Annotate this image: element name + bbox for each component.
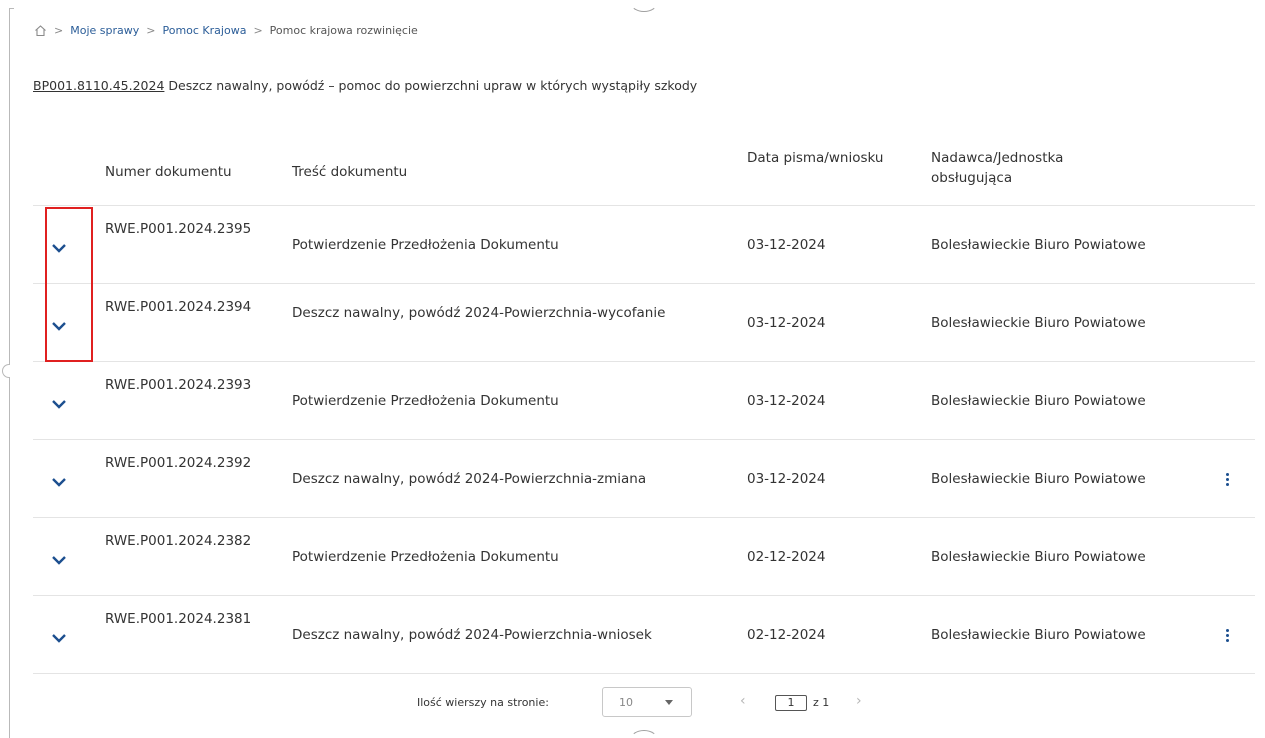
breadcrumb-separator: > bbox=[146, 23, 156, 37]
case-number-link[interactable]: BP001.8110.45.2024 bbox=[33, 78, 164, 93]
documents-table: Numer dokumentu Treść dokumentu Data pis… bbox=[33, 138, 1255, 674]
document-date: 02-12-2024 bbox=[747, 549, 826, 565]
document-sender: Bolesławieckie Biuro Powiatowe bbox=[931, 237, 1146, 253]
document-sender: Bolesławieckie Biuro Powiatowe bbox=[931, 627, 1146, 643]
chevron-left-icon[interactable]: ‹ bbox=[740, 693, 746, 709]
table-header: Numer dokumentu Treść dokumentu Data pis… bbox=[33, 138, 1255, 206]
chevron-down-icon[interactable] bbox=[50, 239, 68, 253]
table-row: RWE.P001.2024.2395 Potwierdzenie Przedło… bbox=[33, 206, 1255, 284]
document-number: RWE.P001.2024.2381 bbox=[105, 611, 252, 627]
frame-top-arc bbox=[630, 0, 658, 12]
document-sender: Bolesławieckie Biuro Powiatowe bbox=[931, 549, 1146, 565]
chevron-down-icon[interactable] bbox=[50, 473, 68, 487]
document-date: 03-12-2024 bbox=[747, 237, 826, 253]
more-vertical-icon[interactable] bbox=[1222, 469, 1232, 489]
table-row: RWE.P001.2024.2393 Potwierdzenie Przedło… bbox=[33, 362, 1255, 440]
document-content: Deszcz nawalny, powódź 2024-Powierzchnia… bbox=[292, 305, 666, 321]
column-header-date: Data pisma/wniosku bbox=[747, 150, 884, 166]
document-sender: Bolesławieckie Biuro Powiatowe bbox=[931, 393, 1146, 409]
table-row: RWE.P001.2024.2382 Potwierdzenie Przedło… bbox=[33, 518, 1255, 596]
chevron-down-icon[interactable] bbox=[50, 395, 68, 409]
document-number: RWE.P001.2024.2395 bbox=[105, 221, 252, 237]
document-number: RWE.P001.2024.2393 bbox=[105, 377, 252, 393]
column-header-content: Treść dokumentu bbox=[292, 164, 408, 180]
page-count-label: z 1 bbox=[813, 696, 830, 709]
table-row: RWE.P001.2024.2381 Deszcz nawalny, powód… bbox=[33, 596, 1255, 674]
document-number: RWE.P001.2024.2392 bbox=[105, 455, 252, 471]
document-content: Deszcz nawalny, powódź 2024-Powierzchnia… bbox=[292, 627, 652, 643]
chevron-down-icon[interactable] bbox=[50, 317, 68, 331]
document-number: RWE.P001.2024.2382 bbox=[105, 533, 252, 549]
document-date: 03-12-2024 bbox=[747, 315, 826, 331]
breadcrumb-my-cases[interactable]: Moje sprawy bbox=[70, 24, 139, 37]
column-header-sender: Nadawca/Jednostka obsługująca bbox=[931, 150, 1064, 186]
rows-per-page-value: 10 bbox=[619, 696, 633, 709]
pagination: Ilość wierszy na stronie: 10 ‹ 1 z 1 › bbox=[0, 684, 1265, 720]
document-date: 02-12-2024 bbox=[747, 627, 826, 643]
case-title: Deszcz nawalny, powódź – pomoc do powier… bbox=[168, 78, 698, 93]
chevron-right-icon[interactable]: › bbox=[856, 693, 862, 709]
frame-notch bbox=[2, 364, 10, 378]
rows-per-page-label: Ilość wierszy na stronie: bbox=[417, 696, 549, 709]
column-header-number: Numer dokumentu bbox=[105, 164, 232, 180]
chevron-down-icon[interactable] bbox=[50, 551, 68, 565]
document-content: Potwierdzenie Przedłożenia Dokumentu bbox=[292, 393, 559, 409]
chevron-down-icon[interactable] bbox=[50, 629, 68, 643]
document-content: Potwierdzenie Przedłożenia Dokumentu bbox=[292, 549, 559, 565]
table-row: RWE.P001.2024.2392 Deszcz nawalny, powód… bbox=[33, 440, 1255, 518]
document-sender: Bolesławieckie Biuro Powiatowe bbox=[931, 471, 1146, 487]
frame-top-tick bbox=[9, 8, 14, 9]
current-page-input[interactable]: 1 bbox=[775, 695, 807, 711]
document-content: Deszcz nawalny, powódź 2024-Powierzchnia… bbox=[292, 471, 647, 487]
breadcrumb: > Moje sprawy > Pomoc Krajowa > Pomoc kr… bbox=[33, 20, 418, 40]
document-content: Potwierdzenie Przedłożenia Dokumentu bbox=[292, 237, 559, 253]
breadcrumb-separator: > bbox=[253, 23, 263, 37]
breadcrumb-current: Pomoc krajowa rozwinięcie bbox=[269, 23, 418, 37]
case-header: BP001.8110.45.2024 Deszcz nawalny, powód… bbox=[33, 78, 697, 93]
document-date: 03-12-2024 bbox=[747, 471, 826, 487]
caret-down-icon bbox=[665, 700, 673, 705]
rows-per-page-select[interactable]: 10 bbox=[602, 687, 692, 717]
breadcrumb-separator: > bbox=[54, 23, 64, 37]
home-icon[interactable] bbox=[33, 23, 47, 37]
table-row: RWE.P001.2024.2394 Deszcz nawalny, powód… bbox=[33, 284, 1255, 362]
breadcrumb-national-aid[interactable]: Pomoc Krajowa bbox=[162, 24, 246, 37]
more-vertical-icon[interactable] bbox=[1222, 625, 1232, 645]
document-sender: Bolesławieckie Biuro Powiatowe bbox=[931, 315, 1146, 331]
document-number: RWE.P001.2024.2394 bbox=[105, 299, 252, 315]
frame-bottom-arc bbox=[630, 730, 658, 738]
document-date: 03-12-2024 bbox=[747, 393, 826, 409]
